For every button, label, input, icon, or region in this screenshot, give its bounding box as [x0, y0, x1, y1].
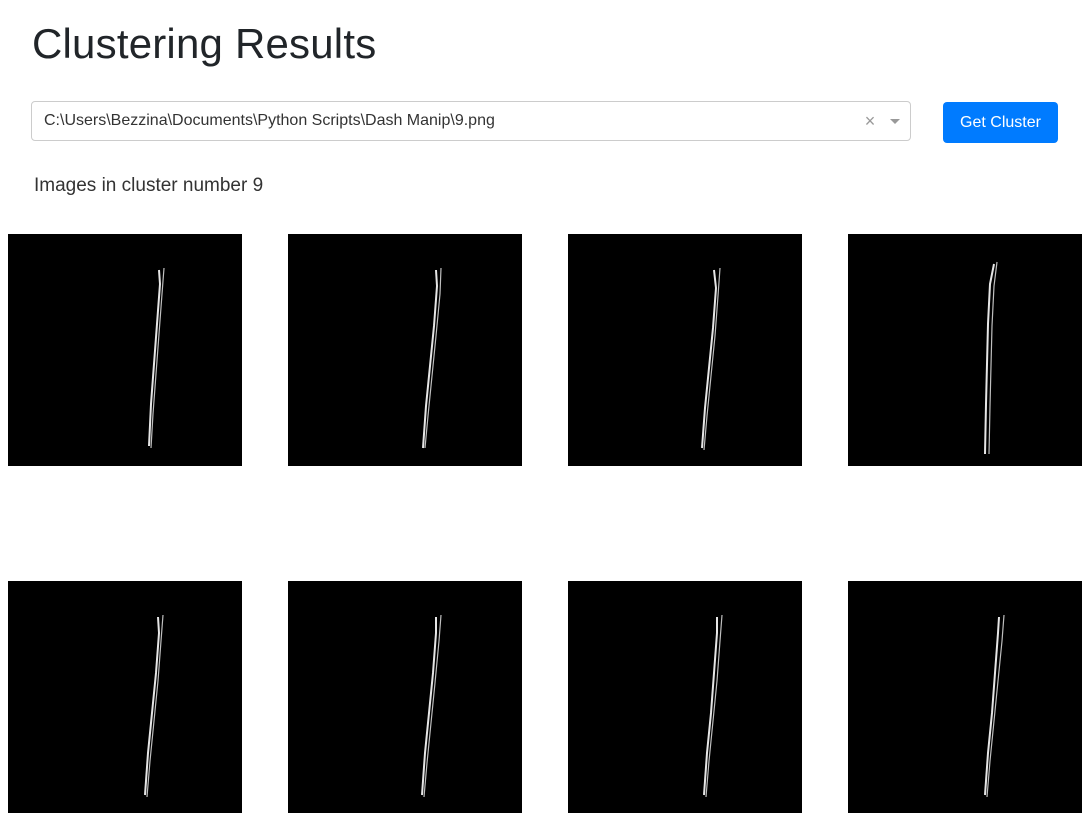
cluster-image-4: [848, 234, 1082, 466]
cluster-image-5: [8, 581, 242, 813]
cluster-image-6: [288, 581, 522, 813]
cluster-image-2: [288, 234, 522, 466]
cluster-image-3: [568, 234, 802, 466]
cluster-image-7: [568, 581, 802, 813]
clear-icon[interactable]: ×: [860, 102, 880, 140]
dropdown-selected-value[interactable]: C:\Users\Bezzina\Documents\Python Script…: [32, 112, 860, 130]
clustering-results-page: Clustering Results C:\Users\Bezzina\Docu…: [0, 0, 1091, 823]
cluster-image-8: [848, 581, 1082, 813]
cluster-subtitle: Images in cluster number 9: [34, 175, 264, 196]
cluster-image-1: [8, 234, 242, 466]
get-cluster-button[interactable]: Get Cluster: [943, 102, 1058, 143]
image-path-dropdown[interactable]: C:\Users\Bezzina\Documents\Python Script…: [31, 101, 911, 141]
chevron-down-icon[interactable]: [880, 102, 910, 140]
page-title: Clustering Results: [32, 20, 377, 67]
